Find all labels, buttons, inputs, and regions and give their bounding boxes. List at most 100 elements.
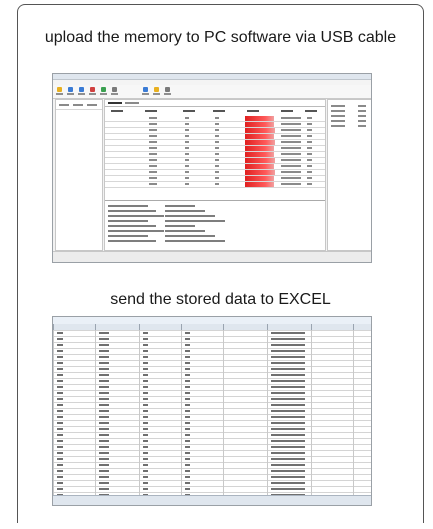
level-bar <box>245 164 274 169</box>
cell-placeholder <box>215 177 219 179</box>
cell-text-placeholder <box>57 428 63 430</box>
cell-placeholder <box>307 165 312 167</box>
log-line <box>165 225 195 227</box>
excel-sheet-grid <box>53 330 371 499</box>
cell-text-placeholder <box>185 350 190 352</box>
cell-text-placeholder <box>57 386 63 388</box>
grid-row-line <box>53 432 371 433</box>
cell-text-placeholder <box>99 380 109 382</box>
cell-text-placeholder <box>271 452 305 454</box>
grid-row-line <box>53 402 371 403</box>
cell-text-placeholder <box>271 344 305 346</box>
cell-text-placeholder <box>143 446 148 448</box>
cell-text-placeholder <box>271 416 305 418</box>
cell-placeholder <box>185 153 189 155</box>
cell-text-placeholder <box>185 416 190 418</box>
pc-software-screenshot <box>52 73 372 263</box>
cell-text-placeholder <box>99 422 109 424</box>
cell-text-placeholder <box>57 452 63 454</box>
timestamp-placeholder <box>281 123 301 125</box>
table-row-line <box>105 127 325 128</box>
cell-text-placeholder <box>271 350 305 352</box>
cell-text-placeholder <box>99 446 109 448</box>
log-line <box>165 240 225 242</box>
cell-text-placeholder <box>185 398 190 400</box>
table-row-line <box>105 133 325 134</box>
property-name-placeholder <box>331 120 345 122</box>
log-line <box>108 230 164 232</box>
cell-text-placeholder <box>185 356 190 358</box>
log-divider <box>105 200 325 201</box>
cell-placeholder <box>185 159 189 161</box>
cell-text-placeholder <box>99 428 109 430</box>
cell-placeholder <box>185 123 189 125</box>
cell-placeholder <box>307 177 312 179</box>
grid-col-line <box>181 330 182 498</box>
cell-text-placeholder <box>185 440 190 442</box>
upload-caption: upload the memory to PC software via USB… <box>44 29 397 46</box>
toolbar-icon <box>101 87 106 92</box>
column-header-placeholder <box>145 110 157 112</box>
cell-placeholder <box>149 153 157 155</box>
cell-placeholder <box>149 165 157 167</box>
toolbar-label-placeholder <box>56 93 63 95</box>
grid-row-line <box>53 486 371 487</box>
cell-text-placeholder <box>99 362 109 364</box>
grid-row-line <box>53 468 371 469</box>
toolbar-icon <box>79 87 84 92</box>
cell-placeholder <box>307 123 312 125</box>
cell-placeholder <box>215 141 219 143</box>
grid-row-line <box>53 462 371 463</box>
cell-placeholder <box>307 153 312 155</box>
cell-text-placeholder <box>143 458 148 460</box>
level-bar <box>245 176 274 181</box>
cell-text-placeholder <box>271 398 305 400</box>
log-line <box>108 235 148 237</box>
cell-text-placeholder <box>99 350 109 352</box>
cell-text-placeholder <box>271 434 305 436</box>
grid-row-line <box>53 474 371 475</box>
cell-text-placeholder <box>271 440 305 442</box>
cell-text-placeholder <box>271 386 305 388</box>
cell-text-placeholder <box>185 386 190 388</box>
cell-text-placeholder <box>271 374 305 376</box>
cell-placeholder <box>149 171 157 173</box>
cell-text-placeholder <box>143 374 148 376</box>
cell-text-placeholder <box>143 482 148 484</box>
cell-text-placeholder <box>185 410 190 412</box>
timestamp-placeholder <box>281 177 301 179</box>
cell-text-placeholder <box>99 440 109 442</box>
grid-row-line <box>53 438 371 439</box>
grid-col-line <box>223 330 224 498</box>
tree-divider <box>56 109 102 110</box>
table-header-line <box>105 106 325 107</box>
cell-text-placeholder <box>143 362 148 364</box>
property-name-placeholder <box>331 110 345 112</box>
cell-text-placeholder <box>57 440 63 442</box>
timestamp-placeholder <box>281 159 301 161</box>
cell-placeholder <box>307 117 312 119</box>
cell-text-placeholder <box>185 452 190 454</box>
cell-placeholder <box>215 159 219 161</box>
cell-text-placeholder <box>185 404 190 406</box>
cell-text-placeholder <box>143 422 148 424</box>
cell-text-placeholder <box>143 416 148 418</box>
timestamp-placeholder <box>281 135 301 137</box>
column-header-placeholder <box>213 110 225 112</box>
cell-text-placeholder <box>143 476 148 478</box>
table-row-line <box>105 187 325 188</box>
cell-text-placeholder <box>57 374 63 376</box>
properties-panel <box>327 99 371 251</box>
cell-text-placeholder <box>185 422 190 424</box>
cell-placeholder <box>307 129 312 131</box>
cell-text-placeholder <box>185 488 190 490</box>
cell-text-placeholder <box>99 374 109 376</box>
tab-placeholder <box>125 102 139 104</box>
grid-row-line <box>53 378 371 379</box>
grid-col-line <box>267 330 268 498</box>
cell-placeholder <box>149 159 157 161</box>
table-row-line <box>105 145 325 146</box>
column-header-placeholder <box>247 110 259 112</box>
cell-placeholder <box>185 129 189 131</box>
property-value-placeholder <box>358 125 366 127</box>
